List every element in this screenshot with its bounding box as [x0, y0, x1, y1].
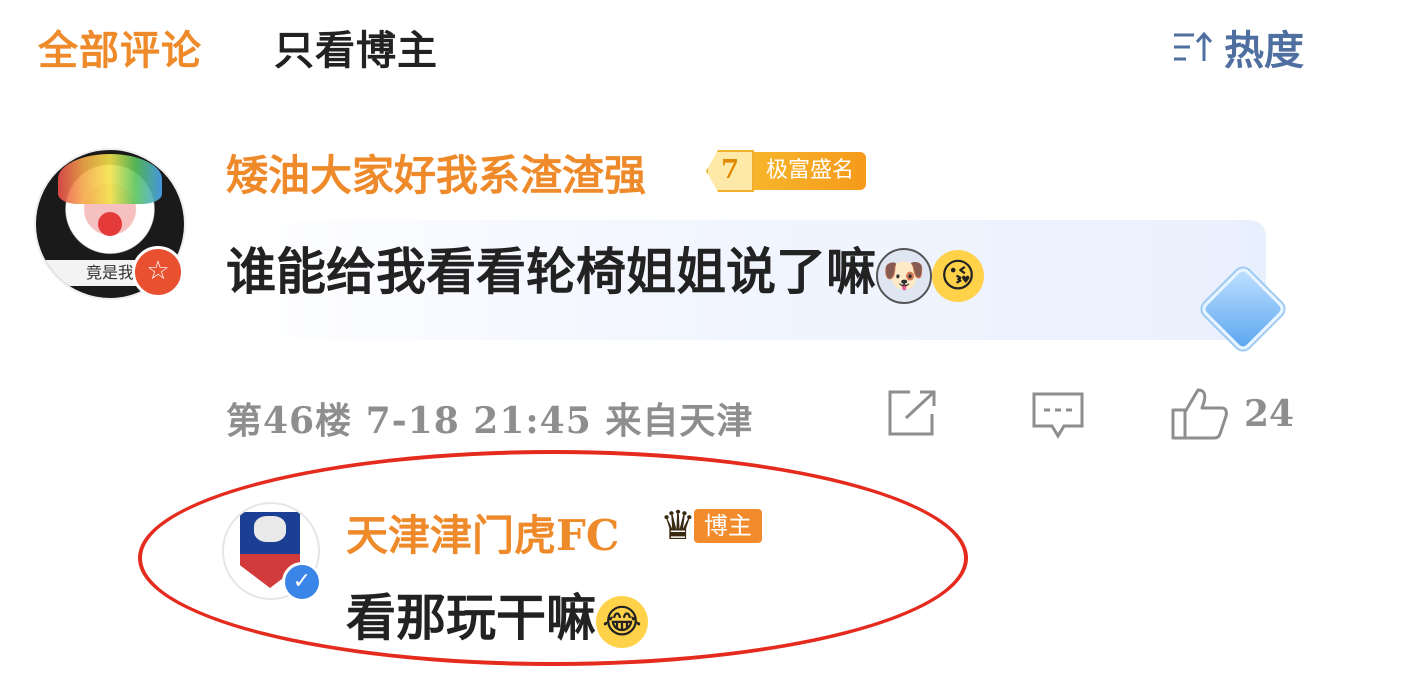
avatar-nose [98, 212, 122, 236]
comment-text: 谁能给我看看轮椅姐姐说了嘛 🐶 😘 [226, 232, 984, 304]
sort-label: 热度 [1224, 27, 1304, 74]
sort-lines-up-icon [1174, 31, 1213, 61]
sort-button[interactable]: 热度 [1172, 18, 1304, 76]
like-count: 24 [1244, 393, 1295, 435]
share-button[interactable] [884, 388, 940, 442]
comment-username[interactable]: 矮油大家好我系渣渣强 [226, 142, 646, 203]
floor-number: 第46楼 [226, 400, 353, 442]
reply-username[interactable]: 天津津门虎FC [346, 502, 619, 563]
star-badge-icon: ☆ [132, 246, 184, 298]
comment-location: 来自天津 [605, 400, 754, 442]
crown-icon: ♛ [660, 503, 696, 549]
verified-icon: ✓ [282, 562, 322, 602]
comment-date: 7-18 [365, 400, 460, 442]
reply-text-content: 看那玩干嘛 [346, 588, 596, 647]
tab-op-only[interactable]: 只看博主 [274, 18, 438, 76]
comment-meta: 第46楼 7-18 21:45 来自天津 [226, 392, 753, 444]
author-badge-label: 博主 [693, 509, 762, 543]
level-number: 7 [706, 150, 754, 192]
comment-text-content: 谁能给我看看轮椅姐姐说了嘛 [226, 242, 876, 301]
level-title: 极富盛名 [754, 152, 867, 190]
share-icon [888, 390, 936, 436]
like-button[interactable]: 24 [1170, 386, 1294, 442]
tab-all-comments[interactable]: 全部评论 [38, 18, 202, 76]
author-badge: ♛ 博主 [660, 506, 762, 546]
reply-button[interactable] [1030, 390, 1086, 446]
avatar-hair [58, 154, 162, 204]
dog-emoji-icon: 🐶 [876, 248, 932, 304]
laughing-crying-emoji-icon: 😂 [596, 596, 648, 648]
level-badge[interactable]: 7 极富盛名 [706, 150, 867, 192]
kiss-emoji-icon: 😘 [932, 250, 984, 302]
crest-tiger [254, 516, 286, 542]
reply-text: 看那玩干嘛 😂 [346, 578, 648, 650]
comment-icon [1032, 392, 1084, 439]
comment-time: 21:45 [473, 400, 592, 442]
thumbs-up-icon [1171, 388, 1228, 440]
